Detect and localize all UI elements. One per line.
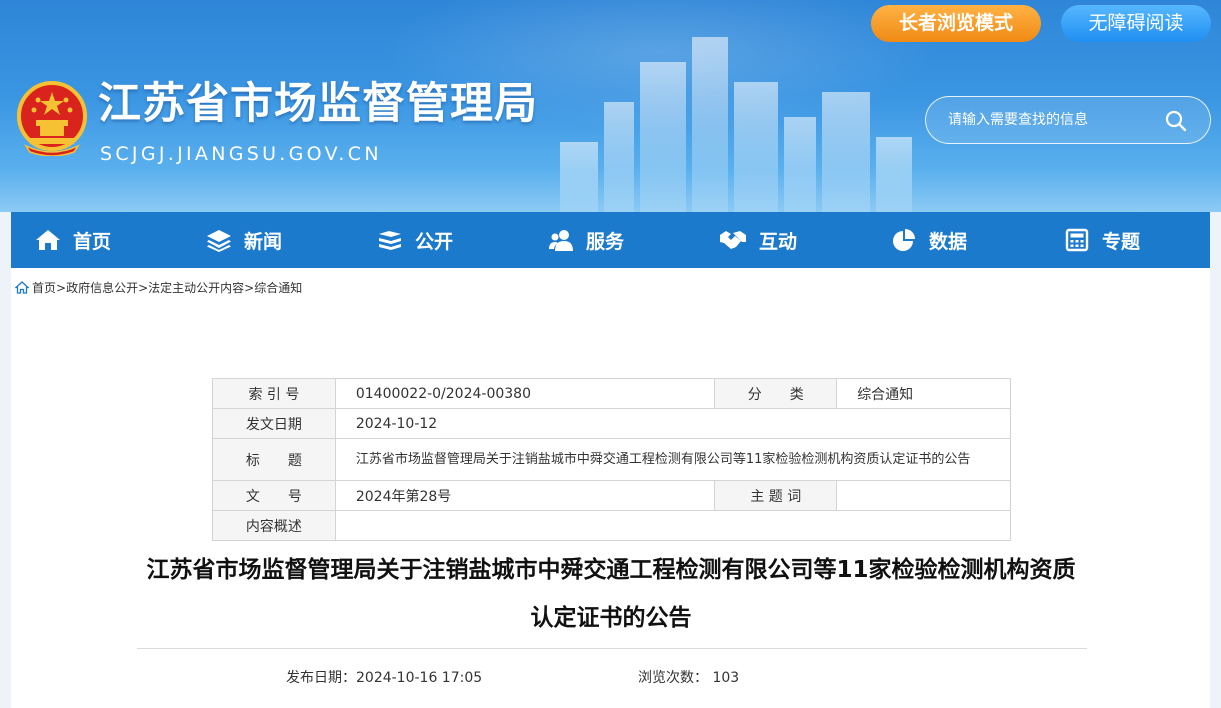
search-input[interactable] [948, 97, 1168, 143]
view-count: 浏览次数： 103 [638, 667, 739, 687]
calculator-icon [1065, 228, 1089, 252]
publish-date-label: 发布日期： [286, 670, 356, 686]
accessible-reading-button[interactable]: 无障碍阅读 [1061, 5, 1211, 42]
nav-item-label: 专题 [1102, 230, 1141, 253]
breadcrumb: 首页 > 政府信息公开 > 法定主动公开内容 > 综合通知 [15, 279, 302, 296]
nav-item-topic[interactable]: 专题 [1064, 212, 1140, 268]
category-label: 分 类 [714, 378, 838, 409]
date-value: 2024-10-12 [334, 408, 1012, 439]
pie-chart-icon [893, 229, 915, 251]
home-icon [36, 230, 60, 250]
breadcrumb-link-notice[interactable]: 综合通知 [254, 279, 302, 296]
breadcrumb-link-statutory[interactable]: 法定主动公开内容 [148, 279, 244, 296]
docno-value: 2024年第28号 [334, 480, 716, 511]
table-row: 索 引 号 01400022-0/2024-00380 分 类 综合通知 [212, 378, 1011, 409]
nav-item-label: 新闻 [244, 230, 283, 253]
view-count-value: 103 [712, 670, 740, 686]
breadcrumb-link-gov-info[interactable]: 政府信息公开 [66, 279, 138, 296]
nav-item-news[interactable]: 新闻 [206, 212, 282, 268]
national-emblem-icon [17, 81, 87, 156]
breadcrumb-link-home[interactable]: 首页 [32, 279, 56, 296]
subject-value [836, 480, 1011, 511]
nav-item-label: 互动 [759, 230, 798, 253]
users-icon [549, 230, 573, 251]
date-label: 发文日期 [212, 408, 336, 439]
category-value: 综合通知 [836, 378, 1011, 409]
site-domain: SCJGJ.JIANGSU.GOV.CN [100, 143, 382, 165]
divider [137, 648, 1087, 649]
nav-item-data[interactable]: 数据 [891, 212, 967, 268]
site-header: 江苏省市场监督管理局 SCJGJ.JIANGSU.GOV.CN 长者浏览模式 无… [0, 0, 1221, 212]
main-nav: 首页 新闻 公开 服务 互动 数据 专题 [11, 212, 1210, 268]
home-icon [15, 281, 29, 294]
content-area: 首页 > 政府信息公开 > 法定主动公开内容 > 综合通知 索 引 号 0140… [11, 268, 1210, 708]
table-row: 文 号 2024年第28号 主 题 词 [212, 480, 1011, 511]
summary-label: 内容概述 [212, 510, 336, 541]
layers-icon [207, 230, 231, 252]
elder-mode-button[interactable]: 长者浏览模式 [871, 5, 1041, 42]
nav-item-label: 首页 [73, 230, 112, 253]
table-row: 内容概述 [212, 510, 1012, 541]
table-row: 标 题 江苏省市场监督管理局关于注销盐城市中舜交通工程检测有限公司等11家检验检… [212, 438, 1012, 481]
title-label: 标 题 [212, 438, 336, 481]
view-count-label: 浏览次数： [638, 670, 708, 686]
nav-item-service[interactable]: 服务 [548, 212, 624, 268]
nav-item-home[interactable]: 首页 [35, 212, 111, 268]
nav-item-open[interactable]: 公开 [377, 212, 453, 268]
document-meta-table: 索 引 号 01400022-0/2024-00380 分 类 综合通知 发文日… [212, 378, 1012, 541]
search-box [925, 96, 1211, 144]
docno-label: 文 号 [212, 480, 336, 511]
publish-date: 发布日期：2024-10-16 17:05 [286, 667, 482, 687]
nav-item-label: 数据 [929, 230, 968, 253]
table-row: 发文日期 2024-10-12 [212, 408, 1012, 439]
title-value: 江苏省市场监督管理局关于注销盐城市中舜交通工程检测有限公司等11家检验检测机构资… [334, 438, 1012, 481]
index-label: 索 引 号 [212, 378, 336, 409]
book-icon [379, 231, 401, 250]
nav-item-interact[interactable]: 互动 [719, 212, 797, 268]
subject-label: 主 题 词 [714, 480, 838, 511]
nav-item-label: 服务 [586, 230, 625, 253]
publish-date-value: 2024-10-16 17:05 [356, 670, 483, 686]
summary-value [334, 510, 1012, 541]
city-skyline-decoration [560, 37, 920, 212]
site-title: 江苏省市场监督管理局 [98, 79, 538, 129]
nav-item-label: 公开 [415, 230, 454, 253]
handshake-icon [720, 231, 746, 249]
search-icon[interactable] [1164, 109, 1188, 133]
index-value: 01400022-0/2024-00380 [334, 378, 716, 409]
article-title: 江苏省市场监督管理局关于注销盐城市中舜交通工程检测有限公司等11家检验检测机构资… [146, 557, 1076, 631]
